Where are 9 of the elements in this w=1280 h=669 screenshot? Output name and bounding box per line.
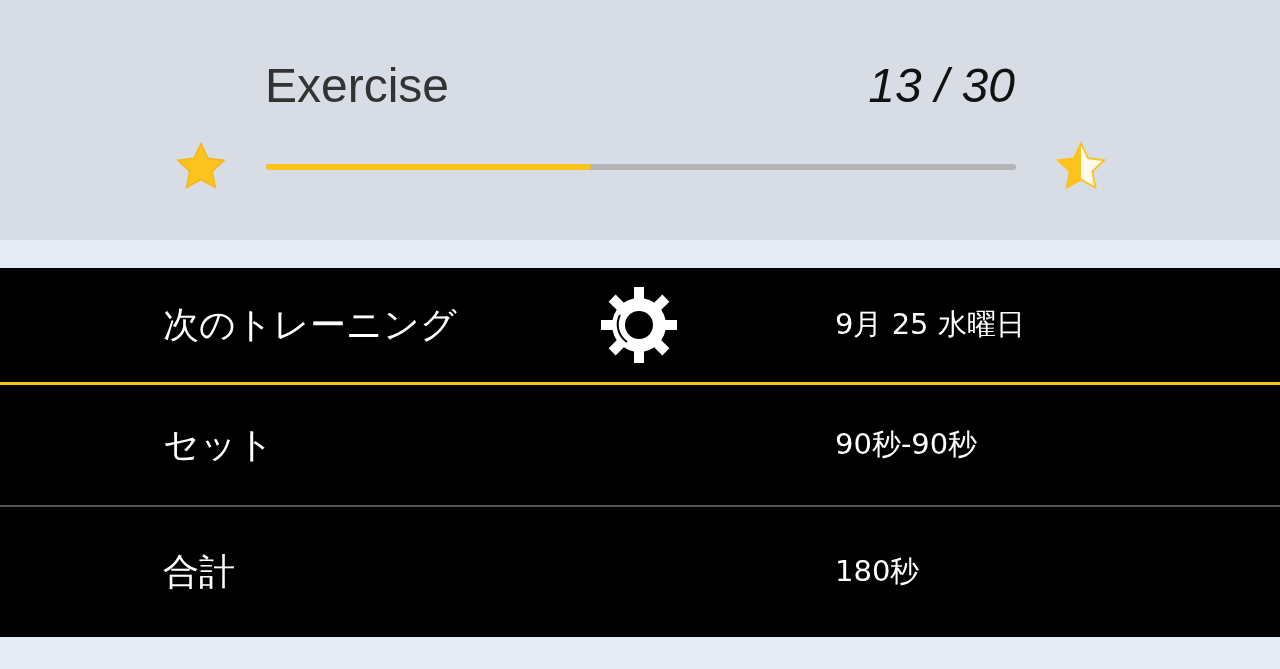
row-value: 180秒 bbox=[835, 553, 920, 590]
progress-count: 13 / 30 bbox=[868, 62, 1015, 110]
settings-icon[interactable] bbox=[600, 286, 678, 364]
row-label: セット bbox=[163, 422, 275, 467]
row-value: 9月 25 水曜日 bbox=[835, 306, 1025, 343]
row-value: 90秒-90秒 bbox=[835, 426, 978, 463]
row-label: 合計 bbox=[163, 549, 236, 594]
exercise-title: Exercise bbox=[265, 62, 450, 110]
row-label: 次のトレーニング bbox=[163, 302, 458, 347]
